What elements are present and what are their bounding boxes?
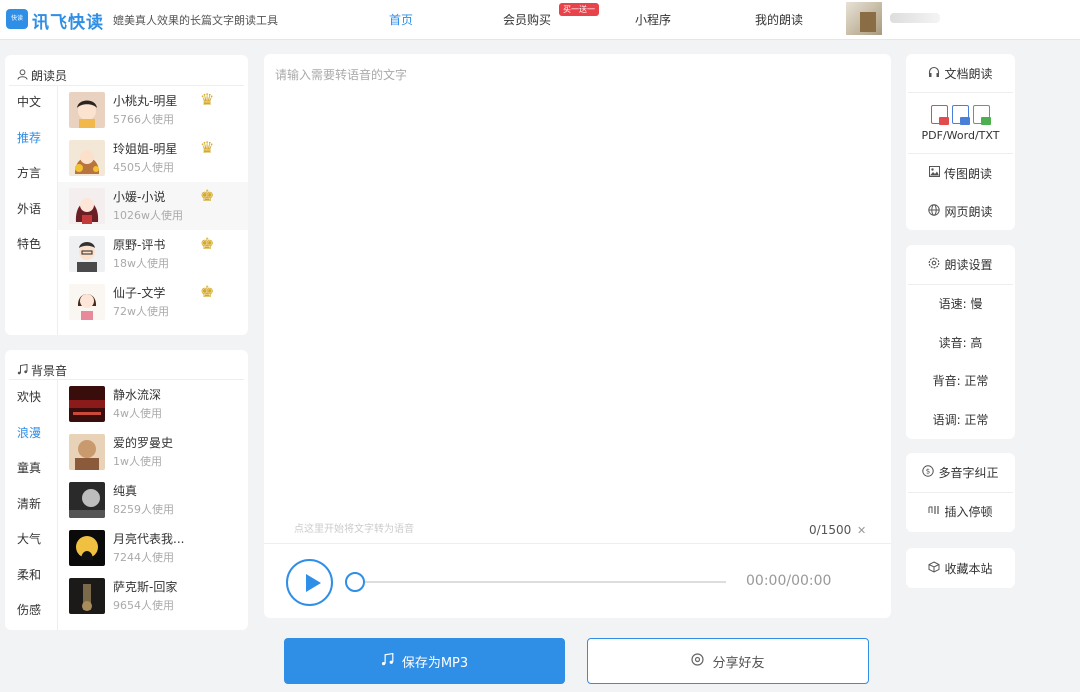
tone-setting[interactable]: 语调: 正常 xyxy=(906,400,1015,439)
image-read-button[interactable]: 传图朗读 xyxy=(906,154,1015,193)
album-cover xyxy=(69,386,105,422)
top-header: 快读 讯飞快读 媲美真人效果的长篇文字朗读工具 首页 会员购买 买一送一 小程序… xyxy=(0,0,1080,40)
insert-pause-button[interactable]: 插入停顿 xyxy=(906,493,1015,532)
nav-my-readings[interactable]: 我的朗读 xyxy=(755,11,803,28)
nav-mini-program[interactable]: 小程序 xyxy=(635,11,671,28)
crown-icon: ♚ xyxy=(200,186,215,205)
user-name-blurred[interactable] xyxy=(890,13,940,23)
voice-list: 小桃丸-明星 5766人使用 ♛ 玲姐姐-明星 4505人使用 ♛ 小媛-小说 … xyxy=(58,86,248,335)
txt-icon xyxy=(973,105,991,125)
track-item[interactable]: 月亮代表我... 7244人使用 xyxy=(58,524,248,572)
settings-header: 朗读设置 xyxy=(906,245,1015,284)
crown-icon: ♚ xyxy=(200,282,215,301)
share-icon xyxy=(691,652,705,670)
music-note-icon xyxy=(381,652,394,670)
close-icon[interactable]: ✕ xyxy=(857,524,866,537)
file-type-upload[interactable]: PDF/Word/TXT xyxy=(906,93,1015,153)
editor-panel: 请输入需要转语音的文字 点这里开始将文字转为语音 0/1500 ✕ 00:00/… xyxy=(264,54,891,618)
voice-item[interactable]: 小桃丸-明星 5766人使用 ♛ xyxy=(58,86,248,134)
logo-icon[interactable]: 快读 xyxy=(6,9,28,29)
bg-volume-setting[interactable]: 背音: 正常 xyxy=(906,362,1015,401)
reader-category-recommended[interactable]: 推荐 xyxy=(5,121,57,157)
voice-avatar xyxy=(69,140,105,176)
album-cover xyxy=(69,530,105,566)
voice-item[interactable]: 玲姐姐-明星 4505人使用 ♛ xyxy=(58,134,248,182)
bgm-category-list: 欢快 浪漫 童真 清新 大气 柔和 伤感 xyxy=(5,380,57,629)
reader-category-chinese[interactable]: 中文 xyxy=(5,85,57,121)
reader-category-dialect[interactable]: 方言 xyxy=(5,156,57,192)
web-read-button[interactable]: 网页朗读 xyxy=(906,193,1015,232)
track-item[interactable]: 静水流深 4w人使用 xyxy=(58,380,248,428)
crown-icon: ♚ xyxy=(200,234,215,253)
bgm-category-romantic[interactable]: 浪漫 xyxy=(5,416,57,452)
track-item[interactable]: 纯真 8259人使用 xyxy=(58,476,248,524)
doc-read-header[interactable]: 文档朗读 xyxy=(906,54,1015,92)
bgm-category-gentle[interactable]: 柔和 xyxy=(5,558,57,594)
track-list: 静水流深 4w人使用 爱的罗曼史 1w人使用 纯真 8259人使用 月亮代表我.… xyxy=(58,380,248,630)
music-note-icon xyxy=(17,363,28,378)
bgm-title: 背景音 xyxy=(17,362,67,379)
voice-avatar xyxy=(69,92,105,128)
bgm-panel: 背景音 欢快 浪漫 童真 清新 大气 柔和 伤感 静水流深 4w人使用 爱的罗曼… xyxy=(5,350,248,630)
album-cover xyxy=(69,578,105,614)
play-button[interactable] xyxy=(286,559,333,606)
bgm-category-fresh[interactable]: 清新 xyxy=(5,487,57,523)
progress-track[interactable] xyxy=(356,581,726,583)
bgm-category-innocent[interactable]: 童真 xyxy=(5,451,57,487)
reader-category-special[interactable]: 特色 xyxy=(5,227,57,263)
speed-setting[interactable]: 语速: 慢 xyxy=(906,285,1015,324)
nav-vip-purchase[interactable]: 会员购买 xyxy=(503,11,551,28)
globe-icon xyxy=(928,204,941,219)
bgm-category-grand[interactable]: 大气 xyxy=(5,522,57,558)
bookmark-button[interactable]: 收藏本站 xyxy=(906,548,1015,588)
voice-item-selected[interactable]: 小媛-小说 1026w人使用 ♚ xyxy=(58,182,248,230)
share-button[interactable]: 分享好友 xyxy=(587,638,869,684)
bgm-category-joyful[interactable]: 欢快 xyxy=(5,380,57,416)
promo-badge: 买一送一 xyxy=(559,3,599,16)
voice-avatar xyxy=(69,236,105,272)
slogan: 媲美真人效果的长篇文字朗读工具 xyxy=(113,14,278,27)
doc-read-panel: 文档朗读 PDF/Word/TXT 传图朗读 网页朗读 xyxy=(906,54,1015,230)
polyphone-fix-button[interactable]: $ 多音字纠正 xyxy=(906,453,1015,492)
pitch-setting[interactable]: 读音: 高 xyxy=(906,323,1015,362)
reader-category-list: 中文 推荐 方言 外语 特色 xyxy=(5,85,57,263)
voice-item[interactable]: 仙子-文学 72w人使用 ♚ xyxy=(58,278,248,326)
cube-icon xyxy=(928,560,940,576)
crown-icon: ♛ xyxy=(200,90,215,109)
time-readout: 00:00/00:00 xyxy=(746,573,832,589)
nav-home[interactable]: 首页 xyxy=(389,11,413,28)
album-cover xyxy=(69,434,105,470)
file-types-label: PDF/Word/TXT xyxy=(921,129,1000,142)
album-cover xyxy=(69,482,105,518)
char-counter: 0/1500 xyxy=(809,523,852,537)
bgm-category-sad[interactable]: 伤感 xyxy=(5,593,57,629)
reading-settings-panel: 朗读设置 语速: 慢 读音: 高 背音: 正常 语调: 正常 xyxy=(906,245,1015,439)
reader-category-foreign[interactable]: 外语 xyxy=(5,192,57,228)
image-icon xyxy=(928,166,940,180)
gear-icon xyxy=(928,257,940,272)
tools-panel: $ 多音字纠正 插入停顿 xyxy=(906,453,1015,532)
headphone-icon xyxy=(928,66,940,81)
voice-avatar xyxy=(69,284,105,320)
dollar-circle-icon: $ xyxy=(922,465,935,480)
voice-item[interactable]: 原野-评书 18w人使用 ♚ xyxy=(58,230,248,278)
crown-icon: ♛ xyxy=(200,138,215,157)
text-input-area[interactable]: 请输入需要转语音的文字 xyxy=(275,66,407,83)
convert-hint: 点这里开始将文字转为语音 xyxy=(294,524,414,535)
word-icon xyxy=(952,105,970,125)
reader-title: 朗读员 xyxy=(17,67,67,84)
progress-knob[interactable] xyxy=(345,572,365,592)
person-icon xyxy=(17,68,28,83)
logo-text[interactable]: 讯飞快读 xyxy=(32,8,104,33)
bookmark-panel: 收藏本站 xyxy=(906,548,1015,588)
track-item[interactable]: 萨克斯-回家 9654人使用 xyxy=(58,572,248,620)
user-avatar[interactable] xyxy=(846,2,882,35)
pdf-icon xyxy=(931,105,949,125)
pause-mark-icon xyxy=(928,504,940,519)
save-mp3-button[interactable]: 保存为MP3 xyxy=(284,638,565,684)
reader-panel: 朗读员 中文 推荐 方言 外语 特色 小桃丸-明星 5766人使用 ♛ 玲姐姐-… xyxy=(5,55,248,335)
voice-avatar xyxy=(69,188,105,224)
track-item[interactable]: 爱的罗曼史 1w人使用 xyxy=(58,428,248,476)
svg-text:$: $ xyxy=(926,467,930,475)
